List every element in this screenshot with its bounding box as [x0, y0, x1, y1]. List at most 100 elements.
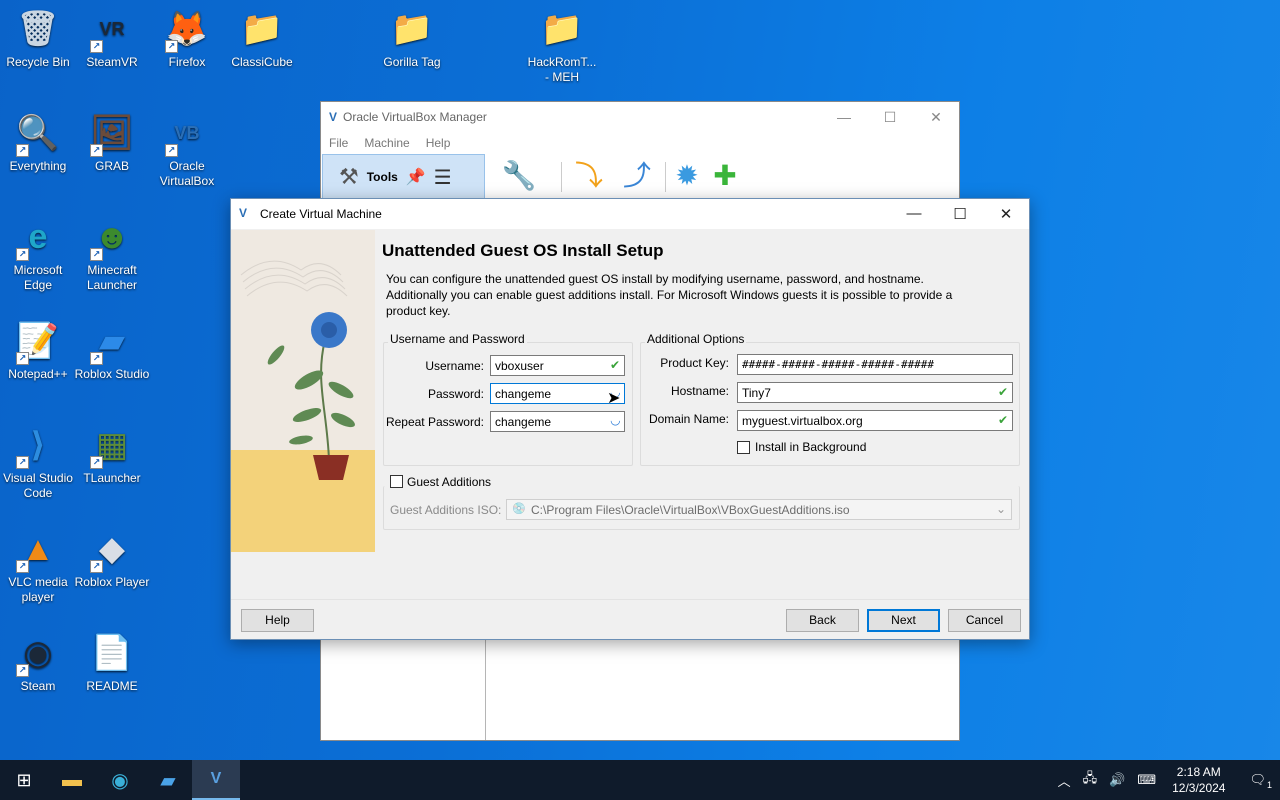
close-icon[interactable]: ✕: [913, 109, 959, 126]
export-icon[interactable]: ⤴: [619, 158, 655, 194]
desktop-icon[interactable]: 📁 HackRomT... - MEH: [524, 5, 600, 85]
virtualbox-icon[interactable]: V: [192, 760, 240, 800]
notification-icon[interactable]: 🗨 1: [1235, 772, 1280, 790]
file-explorer-icon[interactable]: ▬: [48, 760, 96, 800]
username-label: Username:: [425, 359, 484, 373]
password-field[interactable]: changeme ◡: [490, 383, 625, 404]
desktop-icon[interactable]: VB ↗ Oracle VirtualBox: [149, 109, 225, 189]
desktop-icon-label: Visual Studio Code: [3, 471, 73, 500]
desktop-icon[interactable]: 🖼 ↗ GRAB: [74, 109, 150, 174]
roblox-player-icon: ◆ ↗: [88, 525, 136, 573]
domain-name-field[interactable]: myguest.virtualbox.org ✔: [737, 410, 1013, 431]
steam-icon: ◉ ↗: [14, 629, 62, 677]
toolbar-separator: [665, 162, 666, 192]
guest-additions-group: Guest Additions ISO: 💿 C:\Program Files\…: [383, 486, 1020, 530]
zip-folder-icon: 📁: [390, 9, 434, 48]
desktop-icon[interactable]: 📁 ClassiCube: [224, 5, 300, 70]
desktop-icon[interactable]: 📁 Gorilla Tag: [374, 5, 450, 70]
group-title: Username and Password: [388, 332, 527, 346]
network-icon[interactable]: 🖧: [1077, 769, 1104, 791]
iso-path-value: C:\Program Files\Oracle\VirtualBox\VBoxG…: [531, 503, 850, 517]
start-icon[interactable]: ⊞: [0, 760, 48, 800]
folder-icon: 📁: [240, 9, 284, 48]
desktop-icon[interactable]: ◉ ↗ Steam: [0, 629, 76, 694]
roblox-studio-icon[interactable]: ▰: [144, 760, 192, 800]
text-file-icon: 📄: [90, 633, 134, 672]
maximize-icon[interactable]: ☐: [867, 109, 913, 126]
username-field[interactable]: vboxuser ✔: [490, 355, 625, 376]
hostname-field[interactable]: Tiny7 ✔: [737, 382, 1013, 403]
minimize-icon[interactable]: —: [821, 109, 867, 126]
close-icon[interactable]: ✕: [983, 205, 1029, 223]
clock[interactable]: 2:18 AM 12/3/2024: [1162, 764, 1235, 796]
shortcut-arrow-icon: ↗: [90, 456, 103, 469]
repeat-password-value: changeme: [495, 415, 552, 429]
desktop-icon-label: Everything: [9, 159, 67, 173]
valid-check-icon: ✔: [997, 413, 1008, 427]
menu-file[interactable]: File: [329, 136, 348, 150]
keyboard-icon[interactable]: ⌨: [1131, 772, 1162, 788]
desktop-icon-label: SteamVR: [86, 55, 138, 69]
product-key-field[interactable]: #####-#####-#####-#####-#####: [737, 354, 1013, 375]
pin-icon[interactable]: 📌: [406, 167, 426, 187]
clock-date: 12/3/2024: [1172, 781, 1226, 795]
dialog-title: Create Virtual Machine: [260, 207, 382, 221]
hostname-label: Hostname:: [670, 384, 729, 398]
maximize-icon[interactable]: ☐: [937, 205, 983, 223]
desktop-icon-label: TLauncher: [83, 471, 141, 485]
desktop-icon[interactable]: 📄 README: [74, 629, 150, 694]
desktop-icon[interactable]: ☻ ↗ Minecraft Launcher: [74, 213, 150, 293]
dialog-titlebar[interactable]: V Create Virtual Machine — ☐ ✕: [231, 199, 1029, 229]
valid-check-icon: ✔: [609, 358, 620, 372]
add-icon[interactable]: ✚: [707, 158, 743, 194]
menu-help[interactable]: Help: [426, 136, 451, 150]
desktop-icon[interactable]: VR ↗ SteamVR: [74, 5, 150, 70]
desktop-icon-label: Gorilla Tag: [383, 55, 441, 69]
help-button[interactable]: Help: [241, 609, 314, 632]
taskbar: ⊞ ▬ ◉ ▰ V ︿ 🖧 🔊 ⌨ 2:18 AM 12/3/2024 🗨 1: [0, 760, 1280, 800]
desktop-icon[interactable]: 📝 ↗ Notepad++: [0, 317, 76, 382]
vbm-titlebar[interactable]: V Oracle VirtualBox Manager — ☐ ✕: [321, 102, 959, 132]
shortcut-arrow-icon: ↗: [90, 352, 103, 365]
desktop-icon[interactable]: ⟩ ↗ Visual Studio Code: [0, 421, 76, 501]
desktop-icon[interactable]: e ↗ Microsoft Edge: [0, 213, 76, 293]
edge-icon[interactable]: ◉: [96, 760, 144, 800]
volume-icon[interactable]: 🔊: [1103, 772, 1131, 788]
shortcut-arrow-icon: ↗: [90, 144, 103, 157]
list-icon[interactable]: ☰: [434, 165, 452, 190]
desktop-icon[interactable]: 🗑 Recycle Bin: [0, 5, 76, 70]
install-background-label[interactable]: Install in Background: [755, 440, 866, 454]
repeat-password-label: Repeat Password:: [385, 415, 484, 429]
valid-check-icon: ✔: [997, 385, 1008, 399]
desktop-icon[interactable]: ▲ ↗ VLC media player: [0, 525, 76, 605]
desktop-icon-label: VLC media player: [8, 575, 68, 604]
install-background-checkbox[interactable]: [737, 441, 750, 454]
desktop-icon[interactable]: ◆ ↗ Roblox Player: [74, 525, 150, 590]
import-icon[interactable]: ⤵: [571, 158, 607, 194]
desktop-icon[interactable]: 🦊 ↗ Firefox: [149, 5, 225, 70]
next-button[interactable]: Next: [867, 609, 940, 632]
wizard-illustration: [231, 230, 375, 552]
repeat-password-field[interactable]: changeme ◡: [490, 411, 625, 432]
new-icon[interactable]: ✹: [669, 158, 705, 194]
username-value: vboxuser: [495, 359, 544, 373]
cancel-button[interactable]: Cancel: [948, 609, 1021, 632]
preferences-icon[interactable]: 🔧: [501, 158, 537, 194]
product-key-value: #####-#####-#####-#####-#####: [742, 358, 935, 371]
reveal-password-icon[interactable]: ◡: [611, 413, 620, 427]
desktop-icon[interactable]: ▦ ↗ TLauncher: [74, 421, 150, 486]
vlc-icon: ▲ ↗: [14, 525, 62, 573]
desktop-icon[interactable]: ▰ ↗ Roblox Studio: [74, 317, 150, 382]
desktop-icon-label: Roblox Studio: [74, 367, 150, 381]
back-button[interactable]: Back: [786, 609, 859, 632]
tlauncher-icon: ▦ ↗: [88, 421, 136, 469]
create-vm-dialog[interactable]: V Create Virtual Machine — ☐ ✕ Unattende…: [230, 198, 1030, 640]
chevron-up-icon[interactable]: ︿: [1052, 771, 1077, 790]
tools-label: Tools: [366, 170, 398, 184]
password-value: changeme: [495, 387, 552, 401]
desktop-icon[interactable]: 🔍 ↗ Everything: [0, 109, 76, 174]
shortcut-arrow-icon: ↗: [16, 456, 29, 469]
tools-pane[interactable]: ⚒ Tools 📌 ☰: [322, 154, 485, 200]
menu-machine[interactable]: Machine: [364, 136, 409, 150]
minimize-icon[interactable]: —: [891, 205, 937, 223]
